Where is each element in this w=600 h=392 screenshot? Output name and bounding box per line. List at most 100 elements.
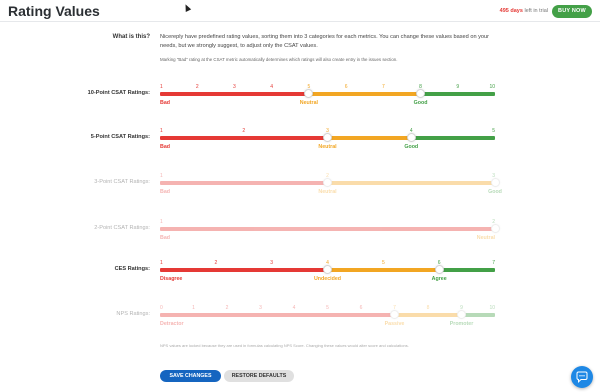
rating-value-7: 7: [381, 84, 385, 90]
good-threshold-handle[interactable]: [434, 265, 444, 274]
good-threshold-handle[interactable]: [416, 89, 426, 98]
trial-suffix: left in trial: [522, 8, 548, 14]
rating-categories: Bad Neutral Good: [160, 144, 495, 151]
bad-segment: [160, 268, 328, 272]
rating-row-5-point-csat: 5-Point CSAT Ratings: 1 2 3 4 5 Bad Neutral Goo…: [0, 128, 600, 168]
bad-threshold-handle[interactable]: [323, 265, 332, 274]
bad-threshold-handle[interactable]: [304, 89, 314, 98]
buy-now-button[interactable]: BUY NOW: [552, 5, 592, 18]
page-title: Rating Values: [8, 3, 100, 19]
rating-value-3: 3: [270, 260, 274, 266]
rating-value-6: 6: [344, 84, 348, 90]
row-label: 2-Point CSAT Ratings:: [94, 225, 150, 231]
good-segment: [439, 268, 495, 272]
rating-categories: Bad Neutral Good: [160, 189, 502, 196]
rating-categories: Bad Neutral: [160, 235, 495, 242]
category-label: Disagree: [160, 276, 183, 282]
rating-numbers: 0 1 2 3 4 5 6 7 8 9 10: [160, 305, 495, 312]
rating-slider-track[interactable]: [160, 265, 495, 274]
rating-value-8: 8: [426, 305, 430, 311]
good-segment: [420, 92, 495, 96]
bad-segment: [160, 313, 395, 317]
rating-categories: Disagree Undecided Agree: [160, 276, 495, 283]
good-threshold-handle[interactable]: [457, 310, 466, 319]
category-label: Detractor: [160, 321, 184, 327]
chat-bubble-icon: [576, 371, 588, 383]
info-text: Nicereply have predefined rating values,…: [160, 34, 489, 49]
category-label: Neutral: [318, 189, 337, 195]
bad-threshold-handle[interactable]: [323, 133, 332, 142]
neutral-segment: [327, 181, 495, 185]
category-label: Neutral: [318, 144, 337, 150]
chat-support-button[interactable]: [571, 366, 593, 388]
rating-slider-track[interactable]: [160, 178, 500, 187]
good-segment: [411, 136, 495, 140]
rating-value-2: 2: [214, 260, 218, 266]
neutral-segment: [327, 136, 412, 140]
bad-segment: [160, 181, 328, 185]
rating-value-2: 2: [242, 128, 246, 134]
category-label: Bad: [160, 189, 171, 195]
trial-status: 495 days left in trial: [500, 8, 548, 14]
save-changes-button[interactable]: SAVE CHANGES: [160, 370, 221, 382]
category-label: Neutral: [476, 235, 495, 241]
good-segment: [461, 313, 495, 317]
rating-values-page: Rating Values 495 days left in trial BUY…: [0, 0, 600, 392]
trial-days: 495 days: [499, 8, 523, 14]
rating-row-ces: CES Ratings: 1 2 3 4 5 6 7 Disagree Undecided Agr…: [0, 260, 600, 300]
row-label: CES Ratings:: [114, 266, 150, 272]
top-bar: Rating Values 495 days left in trial BUY…: [0, 0, 600, 22]
bad-segment: [160, 136, 328, 140]
neutral-segment: [327, 268, 440, 272]
bad-threshold-handle[interactable]: [390, 310, 399, 319]
rating-slider-track[interactable]: [160, 89, 495, 98]
rating-value-2: 2: [225, 305, 229, 311]
category-label: Good: [404, 144, 419, 150]
row-label: 5-Point CSAT Ratings:: [90, 134, 150, 140]
rating-value-5: 5: [492, 128, 495, 134]
rating-slider-track[interactable]: [160, 310, 495, 319]
rating-slider-track[interactable]: [160, 224, 500, 233]
bad-threshold-handle[interactable]: [490, 224, 500, 233]
rating-numbers: 12: [160, 219, 495, 226]
category-label: Bad: [160, 235, 171, 241]
rating-row-10-point-csat: 10-Point CSAT Ratings: 1 2 3 4 5 6 7 8 9 10 Bad Neu…: [0, 84, 600, 124]
rating-value-10: 10: [489, 305, 495, 311]
nps-lock-note: NPS values are locked because they are u…: [160, 343, 409, 348]
rating-categories: Detractor Passive Promoter: [160, 321, 495, 328]
rating-value-4: 4: [270, 84, 274, 90]
rating-value-3: 3: [259, 305, 262, 311]
rating-value-9: 9: [456, 84, 460, 90]
rating-row-nps: NPS Ratings: 0 1 2 3 4 5 6 7 8 9 10 Detractor Passiv…: [0, 305, 600, 345]
rating-value-1: 1: [160, 219, 163, 225]
category-label: Bad: [160, 100, 171, 106]
rating-value-1: 1: [192, 305, 195, 311]
bad-segment: [160, 227, 495, 231]
rating-value-10: 10: [489, 84, 495, 90]
category-label: Good: [413, 100, 428, 106]
rating-value-5: 5: [326, 305, 329, 311]
category-label: Undecided: [313, 276, 342, 282]
rating-value-2: 2: [195, 84, 199, 90]
bad-threshold-handle[interactable]: [323, 178, 332, 187]
rating-categories: Bad Neutral Good: [160, 100, 495, 107]
restore-defaults-button[interactable]: RESTORE DEFAULTS: [224, 370, 294, 382]
rating-value-6: 6: [359, 305, 363, 311]
category-label: Passive: [384, 321, 405, 327]
good-threshold-handle[interactable]: [490, 178, 500, 187]
good-threshold-handle[interactable]: [406, 133, 416, 142]
rating-row-2-point-csat: 2-Point CSAT Ratings: 1 2 Bad Neutral: [0, 219, 600, 259]
rating-numbers: 1 2 3 4 5 6 7 8 9 10: [160, 84, 495, 91]
category-label: Agree: [431, 276, 447, 282]
rating-value-5: 5: [381, 260, 385, 266]
neutral-segment: [308, 92, 421, 96]
rating-value-4: 4: [292, 305, 296, 311]
category-label: Good: [488, 189, 502, 195]
rating-value-7: 7: [492, 260, 495, 266]
row-label: NPS Ratings:: [116, 311, 150, 317]
rating-slider-track[interactable]: [160, 133, 495, 142]
rating-value-1: 1: [160, 128, 163, 134]
rating-value-0: 0: [160, 305, 163, 311]
rating-value-3: 3: [233, 84, 236, 90]
mouse-cursor-icon: [182, 3, 192, 12]
